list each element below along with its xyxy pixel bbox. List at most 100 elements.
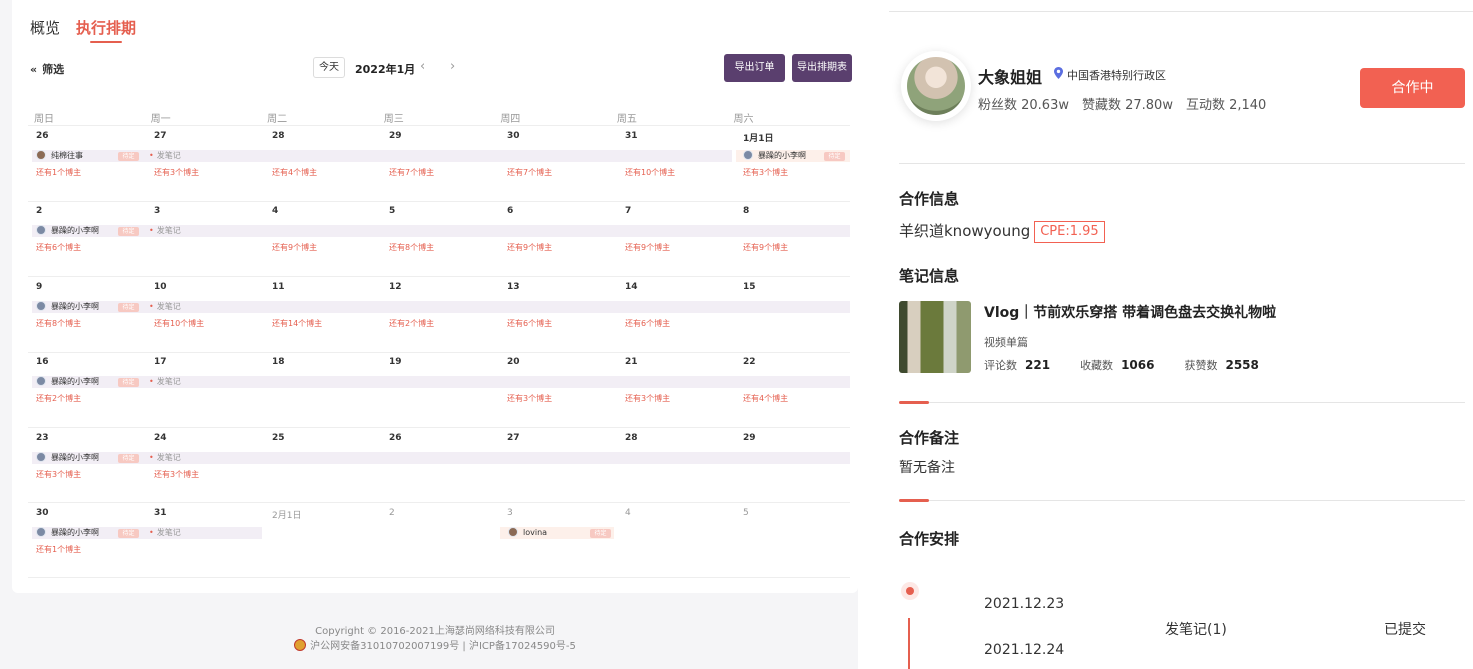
remaining-count[interactable]: 还有9个博主 — [507, 242, 552, 253]
collects-count: 1066 — [1121, 358, 1155, 372]
blogger-chip[interactable]: lovina — [508, 527, 547, 539]
remaining-count[interactable]: 还有1个博主 — [36, 544, 81, 555]
blogger-name: 暴躁的小李啊 — [51, 453, 99, 462]
remaining-count[interactable]: 还有6个博主 — [625, 318, 670, 329]
export-schedule-button[interactable]: 导出排期表 — [792, 54, 852, 82]
location-text: 中国香港特别行政区 — [1067, 69, 1166, 82]
day-number: 5 — [743, 508, 749, 518]
remaining-count[interactable]: 还有3个博主 — [743, 167, 788, 178]
note-thumbnail[interactable] — [899, 301, 971, 373]
divider — [28, 427, 850, 428]
remaining-count[interactable]: 还有6个博主 — [507, 318, 552, 329]
avatar — [907, 57, 965, 115]
day-number: 6 — [507, 206, 514, 216]
avatar — [743, 150, 753, 160]
avatar — [36, 301, 46, 311]
status-tag: 待定 — [118, 152, 139, 161]
day-number: 31 — [625, 131, 638, 141]
calendar-week: 2 3 4 5 6 7 8 暴躁的小李啊 待定 发笔记 还有6个博主 还有9个博… — [28, 206, 850, 281]
tab-schedule[interactable]: 执行排期 — [76, 17, 136, 43]
blogger-chip[interactable]: 暴躁的小李啊 — [36, 452, 99, 464]
remaining-count[interactable]: 还有7个博主 — [389, 167, 434, 178]
blogger-chip[interactable]: 暴躁的小李啊 — [743, 150, 806, 162]
arrangement-date-end: 2021.12.24 — [984, 642, 1065, 658]
remaining-count[interactable]: 还有7个博主 — [507, 167, 552, 178]
blogger-chip[interactable]: 暴躁的小李啊 — [36, 376, 99, 388]
day-number: 14 — [625, 282, 638, 292]
avatar — [36, 376, 46, 386]
status-tag: 待定 — [590, 529, 611, 538]
day-number: 26 — [36, 131, 49, 141]
blogger-chip[interactable]: 暴躁的小李啊 — [36, 225, 99, 237]
day-number: 21 — [625, 357, 638, 367]
calendar-week: 16 17 18 19 20 21 22 暴躁的小李啊 待定 发笔记 还有2个博… — [28, 357, 850, 432]
remaining-count[interactable]: 还有10个博主 — [154, 318, 204, 329]
day-number: 17 — [154, 357, 167, 367]
status-tag: 待定 — [824, 152, 845, 161]
day-number: 5 — [389, 206, 396, 216]
section-title: 合作备注 — [899, 429, 960, 447]
remaining-count[interactable]: 还有6个博主 — [36, 242, 81, 253]
remaining-count[interactable]: 还有9个博主 — [272, 242, 317, 253]
icp-text[interactable]: 沪公网安备31010702007199号 | 沪ICP备17024590号-5 — [310, 641, 576, 652]
remaining-count[interactable]: 还有3个博主 — [154, 167, 199, 178]
remaining-count[interactable]: 还有3个博主 — [154, 469, 199, 480]
remaining-count[interactable]: 还有4个博主 — [272, 167, 317, 178]
remaining-count[interactable]: 还有9个博主 — [625, 242, 670, 253]
remaining-count[interactable]: 还有8个博主 — [389, 242, 434, 253]
profile-avatar[interactable] — [901, 51, 971, 121]
day-number: 10 — [154, 282, 167, 292]
blogger-name: 暴躁的小李啊 — [51, 377, 99, 386]
day-number: 16 — [36, 357, 49, 367]
fans-count: 粉丝数 20.63w — [978, 98, 1069, 113]
day-number: 28 — [625, 433, 638, 443]
prev-month-icon[interactable]: ‹ — [420, 59, 425, 74]
remaining-count[interactable]: 还有2个博主 — [389, 318, 434, 329]
blogger-chip[interactable]: 纯棉往事 — [36, 150, 83, 162]
remaining-count[interactable]: 还有3个博主 — [36, 469, 81, 480]
remaining-count[interactable]: 还有8个博主 — [36, 318, 81, 329]
export-orders-button[interactable]: 导出订单 — [724, 54, 785, 82]
blogger-name: 暴躁的小李啊 — [51, 528, 99, 537]
remaining-count[interactable]: 还有3个博主 — [507, 393, 552, 404]
blogger-name: 大象姐姐 — [978, 68, 1043, 87]
brand-row: 羊织道knowyoung CPE:1.95 — [899, 220, 1105, 243]
remaining-count[interactable]: 还有2个博主 — [36, 393, 81, 404]
section-title: 笔记信息 — [899, 267, 960, 285]
next-month-icon[interactable]: › — [450, 59, 455, 74]
arrangement-task: 发笔记(1) — [1165, 622, 1227, 638]
divider — [28, 352, 850, 353]
profile-stats: 粉丝数 20.63w 赞藏数 27.80w 互动数 2,140 — [978, 94, 1279, 113]
remaining-count[interactable]: 还有9个博主 — [743, 242, 788, 253]
note-title[interactable]: Vlog｜节前欢乐穿搭 带着调色盘去交换礼物啦 — [984, 302, 1276, 322]
weekday-label: 周四 — [500, 114, 521, 125]
cooperation-status-button[interactable]: 合作中 — [1360, 68, 1465, 108]
remaining-count[interactable]: 还有1个博主 — [36, 167, 81, 178]
day-number: 20 — [507, 357, 520, 367]
interaction-count: 互动数 2,140 — [1185, 98, 1267, 113]
remaining-count[interactable]: 还有10个博主 — [625, 167, 675, 178]
day-number: 30 — [507, 131, 520, 141]
remaining-count[interactable]: 还有14个博主 — [272, 318, 322, 329]
remaining-count[interactable]: 还有4个博主 — [743, 393, 788, 404]
blogger-chip[interactable]: 暴躁的小李啊 — [36, 527, 99, 539]
blogger-chip[interactable]: 暴躁的小李啊 — [36, 301, 99, 313]
filter-toggle[interactable]: « 筛选 — [30, 61, 64, 77]
divider — [28, 125, 850, 126]
day-number: 28 — [272, 131, 285, 141]
stat-label: 获赞数 — [1184, 359, 1218, 372]
avatar — [36, 452, 46, 462]
weekday-label: 周五 — [616, 114, 637, 125]
today-button[interactable]: 今天 — [313, 57, 345, 78]
section-title: 合作信息 — [899, 190, 960, 208]
remaining-count[interactable]: 还有3个博主 — [625, 393, 670, 404]
filter-label: 筛选 — [42, 63, 65, 76]
day-number: 29 — [743, 433, 756, 443]
blogger-name: 纯棉往事 — [51, 151, 83, 160]
day-number: 2月1日 — [272, 511, 302, 521]
divider — [929, 500, 1465, 501]
day-number: 25 — [272, 433, 285, 443]
section-accent — [899, 499, 929, 502]
divider — [889, 11, 1473, 12]
tab-overview[interactable]: 概览 — [30, 17, 60, 38]
